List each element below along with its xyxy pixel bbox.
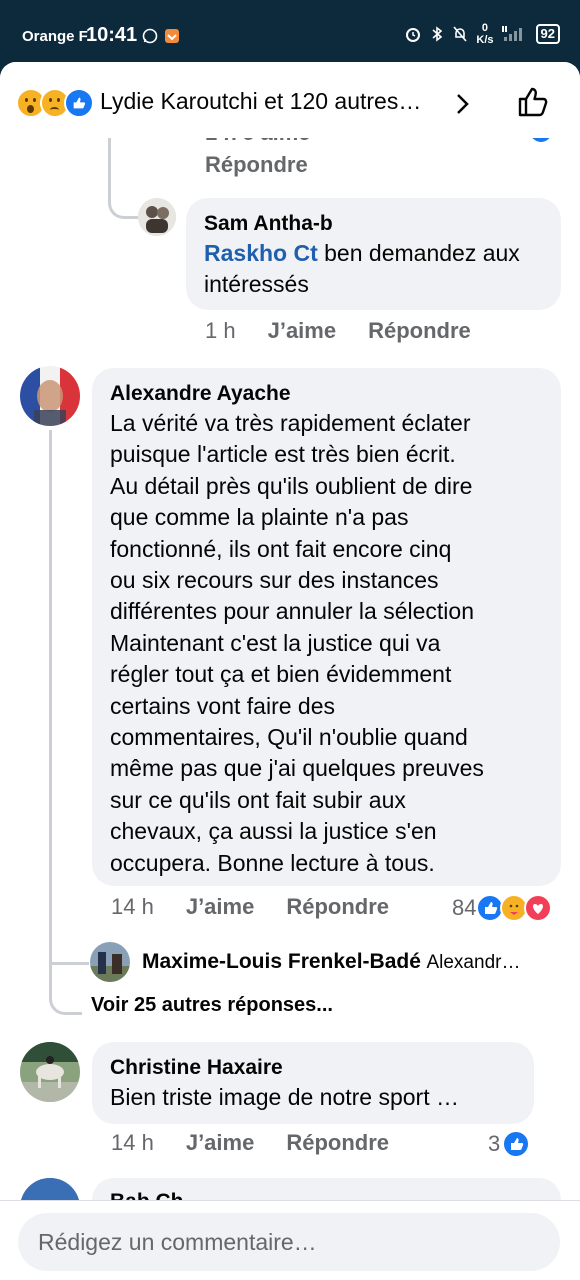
horse-photo-icon [20, 1042, 80, 1102]
reactions-header[interactable]: Lydie Karoutchi et 120 autres… [0, 62, 580, 138]
comment-time: 1 h [205, 318, 236, 343]
avatar[interactable] [138, 198, 176, 236]
notification-app-icon [165, 29, 179, 43]
alarm-icon [406, 28, 421, 42]
reaction-summary[interactable]: 3 [488, 1130, 531, 1158]
comment-bubble[interactable]: Alexandre Ayache La vérité va très rapid… [92, 368, 561, 886]
comments-feed[interactable]: 1 h J'aime Répondre Sam Antha-b Raskho C… [0, 62, 580, 1280]
person-photo-icon [20, 366, 80, 426]
like-outline-icon[interactable] [514, 84, 550, 120]
comment-author[interactable]: Alexandre Ayache [110, 380, 543, 408]
comment-line: ou six recours sur des instances [110, 567, 439, 594]
reply-button[interactable]: Répondre [368, 318, 471, 344]
thread-line [49, 430, 52, 990]
thread-connector [49, 942, 89, 965]
reply-button[interactable]: Répondre [286, 894, 389, 920]
reactions-summary-title[interactable]: Lydie Karoutchi et 120 autres… [100, 88, 421, 115]
comment-line: sur ce qu'ils ont fait subir aux [110, 786, 406, 813]
carrier-label: Orange F [22, 28, 88, 45]
comment-line: régler tout ça et bien évidemment [110, 661, 452, 688]
reaction-count: 84 [452, 895, 477, 920]
thread-connector [49, 982, 82, 1015]
comment-bubble[interactable]: Sam Antha-b Raskho Ct ben demandez aux i… [186, 198, 561, 310]
partial-reply-button[interactable]: Répondre [205, 152, 308, 178]
reply-preview[interactable]: Maxime-Louis Frenkel-Badé Alexandr… [142, 950, 520, 974]
comment-line: même pas que j'ai quelques preuves [110, 755, 484, 782]
comment-time: 14 h [111, 894, 154, 919]
reply-snippet: Alexandr… [426, 952, 521, 973]
status-bar: Orange F 10:41 0 K/s 92 [0, 0, 580, 66]
like-button[interactable]: J’aime [186, 1130, 255, 1156]
network-speed: 0 K/s [476, 22, 493, 46]
comment-line: chevaux, ça aussi la justice s'en [110, 818, 437, 845]
comment-composer: Rédigez un commentaire… [0, 1200, 580, 1280]
comment-line: différentes pour annuler la sélection [110, 598, 474, 625]
comment-line: commentaires, Qu'il n'oublie quand [110, 724, 468, 751]
comment-line: fonctionné, ils ont fait encore cinq [110, 535, 452, 562]
mute-bell-icon [453, 26, 468, 42]
person-photo-icon [90, 942, 130, 982]
avatar[interactable] [20, 1042, 80, 1102]
reply-button[interactable]: Répondre [286, 1130, 389, 1156]
like-button[interactable]: J’aime [268, 318, 337, 344]
comment-actions: 14 h J’aime Répondre [111, 894, 421, 920]
comment-text: Bien triste image de notre sport … [110, 1084, 459, 1110]
speed-unit: K/s [476, 34, 494, 46]
like-button[interactable]: J’aime [186, 894, 255, 920]
like-reaction-icon [502, 1130, 531, 1158]
comments-sheet: 1 h J'aime Répondre Sam Antha-b Raskho C… [0, 62, 580, 1280]
comment-text: Raskho Ct ben demandez aux intéressés [204, 238, 543, 301]
reaction-summary[interactable]: 84 [452, 894, 553, 922]
comment-line: certains vont faire des [110, 692, 336, 719]
comment-line: puisque l'article est très bien écrit. [110, 441, 456, 468]
whatsapp-icon [142, 28, 158, 44]
signal-icon [501, 26, 522, 41]
clock: 10:41 [86, 24, 138, 46]
reaction-count: 3 [488, 1131, 501, 1156]
comment-line: occupera. Bonne lecture à tous. [110, 849, 435, 876]
person-photo-icon [138, 198, 176, 236]
avatar[interactable] [90, 942, 130, 982]
comment-actions: 14 h J’aime Répondre [111, 1130, 421, 1156]
comment-line: La vérité va très rapidement éclater [110, 410, 471, 436]
comment-actions: 1 h J’aime Répondre [205, 318, 503, 344]
love-reaction-icon [524, 894, 553, 922]
comment-input[interactable]: Rédigez un commentaire… [18, 1213, 560, 1271]
comment-bubble[interactable]: Christine Haxaire Bien triste image de n… [92, 1042, 534, 1124]
comment-author[interactable]: Christine Haxaire [110, 1054, 516, 1082]
battery-indicator: 92 [535, 24, 560, 44]
speed-value: 0 [481, 22, 489, 34]
see-more-replies-link[interactable]: Voir 25 autres réponses... [91, 994, 333, 1017]
thread-connector [108, 132, 141, 219]
like-icon [64, 88, 94, 118]
comment-line: Au détail près qu'ils oublient de dire [110, 472, 473, 499]
comment-line: que comme la plainte n'a pas [110, 504, 409, 531]
mention-link[interactable]: Raskho Ct [204, 240, 318, 266]
comment-author[interactable]: Sam Antha-b [204, 210, 543, 238]
status-icons: 0 K/s 92 [404, 22, 560, 46]
comment-text: La vérité va très rapidement éclater pui… [110, 408, 543, 879]
chevron-right-icon[interactable] [454, 92, 472, 116]
reply-author[interactable]: Maxime-Louis Frenkel-Badé [142, 950, 421, 973]
reaction-icons [16, 88, 94, 118]
comment-line: Maintenant c'est la justice qui va [110, 629, 441, 656]
bluetooth-icon [432, 26, 443, 42]
comment-time: 14 h [111, 1130, 154, 1155]
avatar[interactable] [20, 366, 80, 426]
